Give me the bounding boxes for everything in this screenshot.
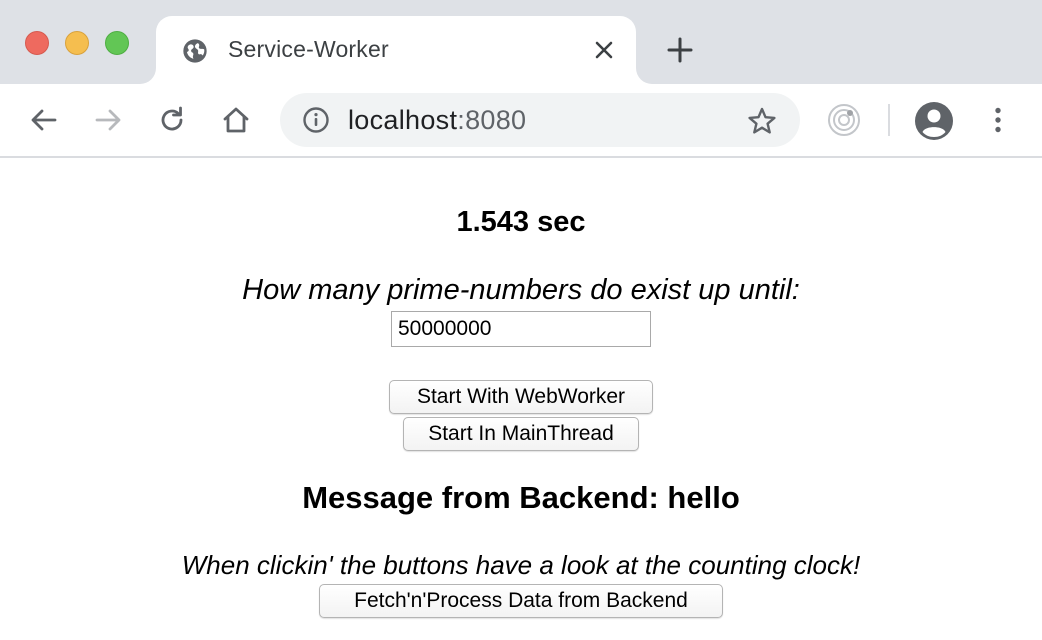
prime-limit-input[interactable] — [391, 311, 651, 347]
address-bar[interactable]: localhost:8080 — [280, 93, 800, 147]
url-text: localhost:8080 — [348, 105, 526, 136]
toolbar-separator — [888, 104, 890, 136]
tab-title: Service-Worker — [228, 36, 389, 62]
star-icon[interactable] — [746, 105, 778, 137]
forward-arrow-icon[interactable] — [92, 104, 124, 136]
reload-icon[interactable] — [156, 104, 188, 136]
page-content: 1.543 sec How many prime-numbers do exis… — [0, 158, 1042, 640]
url-port: :8080 — [457, 105, 527, 135]
window-close-button[interactable] — [25, 31, 49, 55]
tab-close-icon[interactable] — [592, 38, 616, 62]
more-vert-icon[interactable] — [982, 104, 1014, 136]
hint-text: When clickin' the buttons have a look at… — [181, 550, 861, 580]
new-tab-icon[interactable] — [664, 34, 696, 66]
start-mainthread-button[interactable]: Start In MainThread — [403, 417, 639, 451]
tab-service-worker[interactable]: Service-Worker — [156, 16, 636, 84]
counting-clock: 1.543 sec — [456, 206, 586, 238]
toolbar: localhost:8080 — [0, 84, 1042, 158]
window-minimize-button[interactable] — [65, 31, 89, 55]
globe-icon — [183, 39, 207, 63]
window-maximize-button[interactable] — [105, 31, 129, 55]
account-icon[interactable] — [914, 101, 954, 141]
fetch-process-button[interactable]: Fetch'n'Process Data from Backend — [319, 584, 723, 618]
home-icon[interactable] — [220, 104, 252, 136]
extension-icon[interactable] — [826, 102, 862, 138]
url-host: localhost — [348, 105, 458, 135]
info-icon[interactable] — [302, 106, 330, 134]
back-arrow-icon[interactable] — [28, 104, 60, 136]
tab-strip: Service-Worker — [0, 0, 1042, 84]
start-webworker-button[interactable]: Start With WebWorker — [389, 380, 653, 414]
backend-message: Message from Backend: hello — [302, 480, 740, 515]
prime-question-label: How many prime-numbers do exist up until… — [242, 274, 800, 306]
browser-window: Service-Worker localhost:8080 1.543 sec … — [0, 0, 1042, 640]
